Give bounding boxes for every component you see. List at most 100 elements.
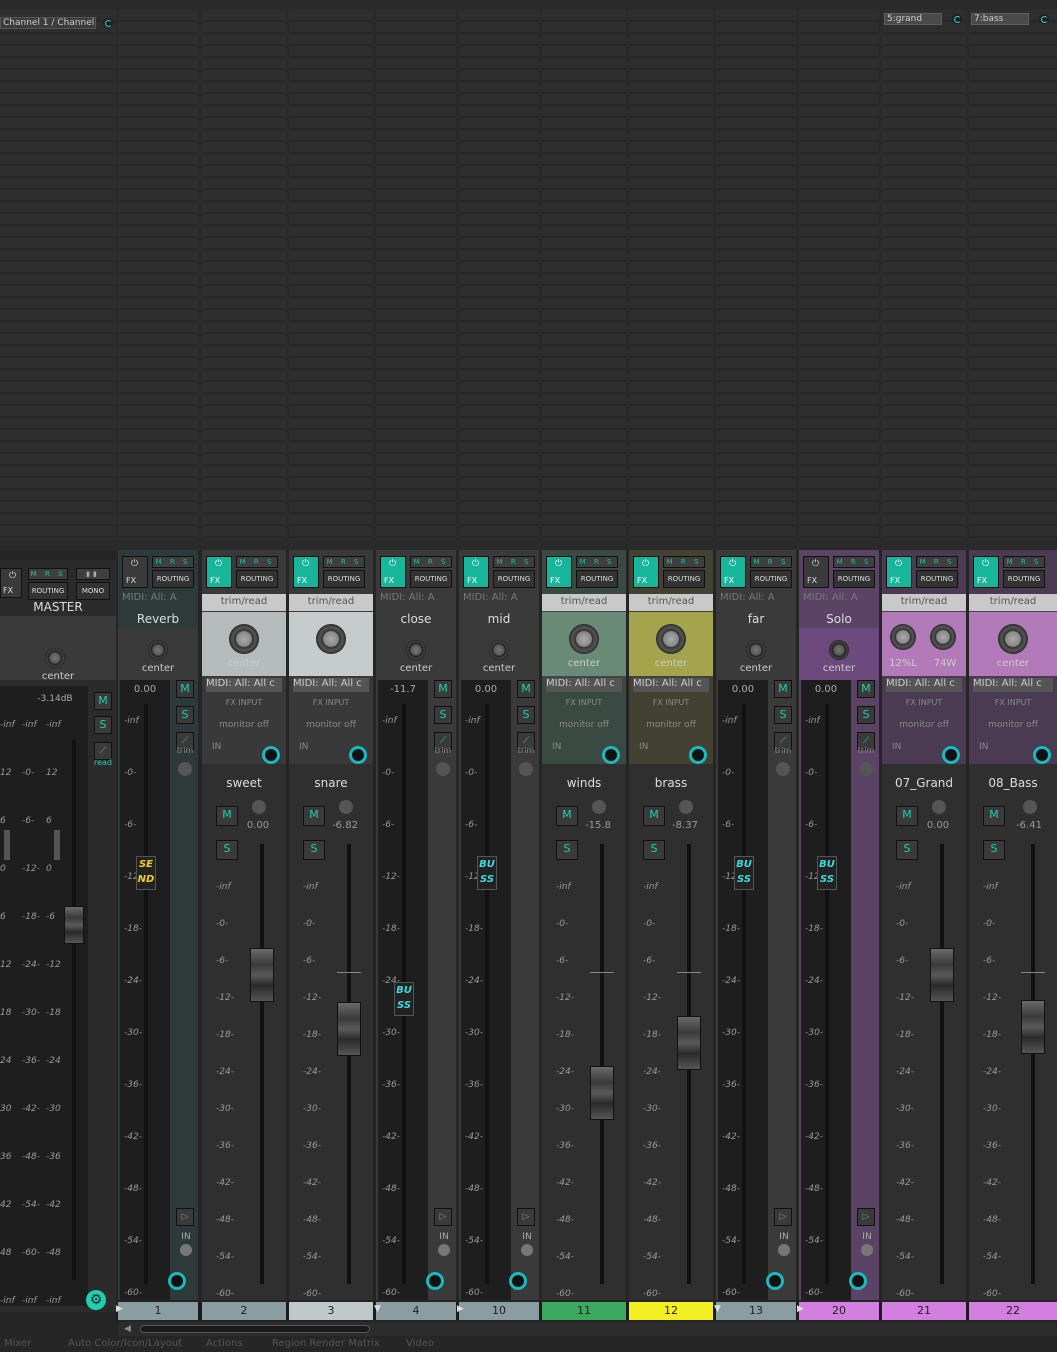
pan-knob-right[interactable]	[930, 624, 956, 650]
solo-button[interactable]: S	[176, 706, 194, 724]
pan-knob[interactable]	[998, 624, 1028, 654]
routing-button[interactable]: ROUTING	[152, 570, 194, 588]
folder-arrow-icon[interactable]: ▼	[714, 1304, 724, 1314]
mrs-buttons[interactable]: M R S	[833, 556, 875, 568]
tab-video[interactable]: Video	[406, 1338, 434, 1349]
fx-slot-column[interactable]	[289, 10, 373, 540]
fx-button[interactable]: ⏻ FX	[380, 556, 406, 588]
fx-button[interactable]: ⏻ FX	[122, 556, 148, 588]
input-label[interactable]: IN	[212, 742, 221, 752]
mute-button[interactable]: M	[857, 680, 875, 698]
fx-button[interactable]: ⏻ FX	[546, 556, 572, 588]
mrs-buttons[interactable]: M R S	[493, 556, 535, 568]
routing-button[interactable]: ROUTING	[493, 570, 535, 588]
folder-arrow-icon[interactable]: ▶	[116, 1304, 126, 1314]
pan-knob[interactable]	[569, 624, 599, 654]
track-number[interactable]: 10	[459, 1302, 539, 1320]
fx-bypass-icon[interactable]	[1039, 14, 1049, 24]
track-number[interactable]: 11	[542, 1302, 626, 1320]
input-label[interactable]: IN	[639, 742, 648, 752]
mute-button[interactable]: M	[983, 806, 1005, 826]
automation-mode[interactable]: trim/read	[542, 594, 626, 611]
fx-slot[interactable]: 5:grand	[884, 13, 942, 25]
master-routing-button[interactable]: ROUTING	[28, 582, 68, 600]
mute-button[interactable]: M	[216, 806, 238, 826]
solo-button[interactable]: S	[857, 706, 875, 724]
arm-icon[interactable]: ▷	[434, 1208, 452, 1226]
volume-fader[interactable]	[677, 1016, 701, 1070]
fx-slot-column[interactable]	[629, 10, 713, 540]
fx-button[interactable]: ⏻ FX	[886, 556, 912, 588]
fx-slot-column[interactable]	[799, 10, 879, 540]
midi-input-select[interactable]: MIDI: All: All c	[546, 678, 622, 692]
master-fader[interactable]	[64, 906, 84, 944]
track-number[interactable]: 13	[716, 1302, 796, 1320]
routing-button[interactable]: ROUTING	[1003, 570, 1045, 588]
pan-knob[interactable]	[316, 624, 346, 654]
phase-icon[interactable]	[1023, 800, 1037, 814]
routing-button[interactable]: ROUTING	[323, 570, 365, 588]
track-number[interactable]: 20	[799, 1302, 879, 1320]
mrs-buttons[interactable]: M R S	[1003, 556, 1045, 568]
volume-fader[interactable]	[337, 1002, 361, 1056]
input-label[interactable]: IN	[979, 742, 988, 752]
fx-bypass-icon[interactable]	[952, 14, 962, 24]
fx-button[interactable]: ⏻ FX	[206, 556, 232, 588]
phase-icon[interactable]	[178, 762, 192, 776]
track-number[interactable]: 2	[202, 1302, 286, 1320]
bus-fader[interactable]: BU SS	[477, 856, 497, 890]
mrs-buttons[interactable]: M R S	[750, 556, 792, 568]
phase-icon[interactable]	[592, 800, 606, 814]
midi-input-select[interactable]: MIDI: All: All c	[293, 678, 369, 692]
monitor-label[interactable]: monitor off	[639, 720, 703, 730]
fx-slot-column[interactable]	[969, 10, 1057, 540]
input-label[interactable]: IN	[299, 742, 308, 752]
fx-button[interactable]: ⏻ FX	[463, 556, 489, 588]
volume-fader[interactable]	[930, 948, 954, 1002]
mute-button[interactable]: M	[517, 680, 535, 698]
mute-button[interactable]: M	[896, 806, 918, 826]
midi-input-select[interactable]: MIDI: All: A	[122, 592, 194, 606]
pan-knob[interactable]	[229, 624, 259, 654]
fx-slot-column[interactable]	[202, 10, 286, 540]
midi-input-select[interactable]: MIDI: All: A	[803, 592, 875, 606]
monitor-ring-icon[interactable]	[509, 1272, 527, 1290]
input-label[interactable]: IN	[892, 742, 901, 752]
fx-slot-column[interactable]	[716, 10, 796, 540]
mrs-buttons[interactable]: M R S	[236, 556, 278, 568]
midi-input-select[interactable]: MIDI: All: All c	[633, 678, 709, 692]
phase-icon[interactable]	[859, 762, 873, 776]
solo-button[interactable]: S	[434, 706, 452, 724]
fx-button[interactable]: ⏻ FX	[293, 556, 319, 588]
midi-input-select[interactable]: MIDI: All: All c	[973, 678, 1053, 692]
routing-button[interactable]: ROUTING	[236, 570, 278, 588]
bus-fader[interactable]: SE ND	[136, 856, 156, 890]
monitor-ring-icon[interactable]	[262, 746, 280, 764]
folder-arrow-icon[interactable]: ▶	[797, 1304, 807, 1314]
fx-slot-column[interactable]	[118, 10, 198, 540]
monitor-ring-icon[interactable]	[1033, 746, 1051, 764]
fx-slot-column[interactable]	[376, 10, 456, 540]
master-solo-button[interactable]: S	[94, 716, 112, 734]
mrs-buttons[interactable]: M R S	[323, 556, 365, 568]
midi-input-select[interactable]: MIDI: All: All c	[886, 678, 962, 692]
fx-slot-column[interactable]	[0, 10, 116, 540]
routing-button[interactable]: ROUTING	[916, 570, 958, 588]
midi-input-select[interactable]: MIDI: All: A	[380, 592, 452, 606]
mono-button[interactable]: MONO	[76, 582, 110, 600]
monitor-ring-icon[interactable]	[942, 746, 960, 764]
track-number[interactable]: 22	[969, 1302, 1057, 1320]
input-select-icon[interactable]	[778, 1244, 790, 1256]
monitor-ring-icon[interactable]	[689, 746, 707, 764]
solo-button[interactable]: S	[216, 840, 238, 860]
pan-knob[interactable]	[656, 624, 686, 654]
monitor-ring-icon[interactable]	[766, 1272, 784, 1290]
fx-button[interactable]: ⏻ FX	[803, 556, 829, 588]
pan-knob[interactable]	[406, 640, 426, 660]
phase-icon[interactable]	[252, 800, 266, 814]
volume-fader[interactable]	[1021, 1000, 1045, 1054]
monitor-ring-icon[interactable]	[168, 1272, 186, 1290]
fx-slot[interactable]: Channel 1 / Channel 2	[0, 17, 96, 29]
input-select-icon[interactable]	[180, 1244, 192, 1256]
routing-button[interactable]: ROUTING	[750, 570, 792, 588]
